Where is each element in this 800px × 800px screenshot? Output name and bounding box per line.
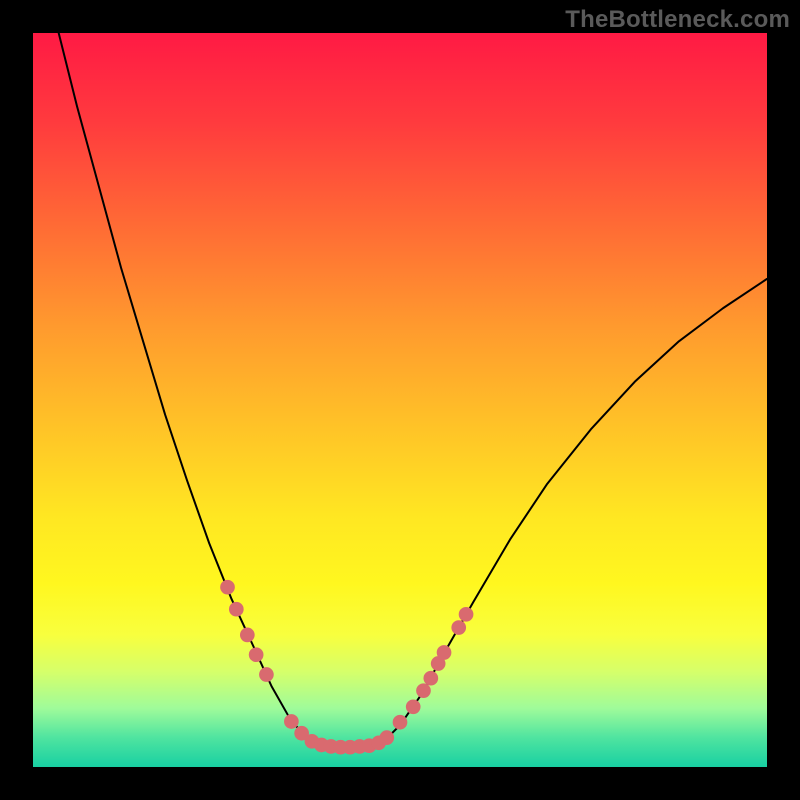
- scatter-dot: [459, 607, 474, 622]
- scatter-dot: [249, 647, 264, 662]
- scatter-dot: [451, 620, 466, 635]
- chart-stage: TheBottleneck.com: [0, 0, 800, 800]
- band-dot: [284, 714, 299, 729]
- scatter-dot: [229, 602, 244, 617]
- scatter-dot: [393, 715, 408, 730]
- band-dot: [379, 730, 394, 745]
- chart-svg: [33, 33, 767, 767]
- plot-area: [33, 33, 767, 767]
- scatter-dot: [406, 699, 421, 714]
- scatter-dot: [437, 645, 452, 660]
- watermark-text: TheBottleneck.com: [565, 6, 790, 34]
- scatter-dot: [259, 667, 274, 682]
- scatter-dot: [423, 671, 438, 686]
- scatter-dot: [220, 580, 235, 595]
- series-curve-left: [59, 33, 327, 746]
- scatter-dot: [416, 683, 431, 698]
- scatter-dot: [240, 628, 255, 643]
